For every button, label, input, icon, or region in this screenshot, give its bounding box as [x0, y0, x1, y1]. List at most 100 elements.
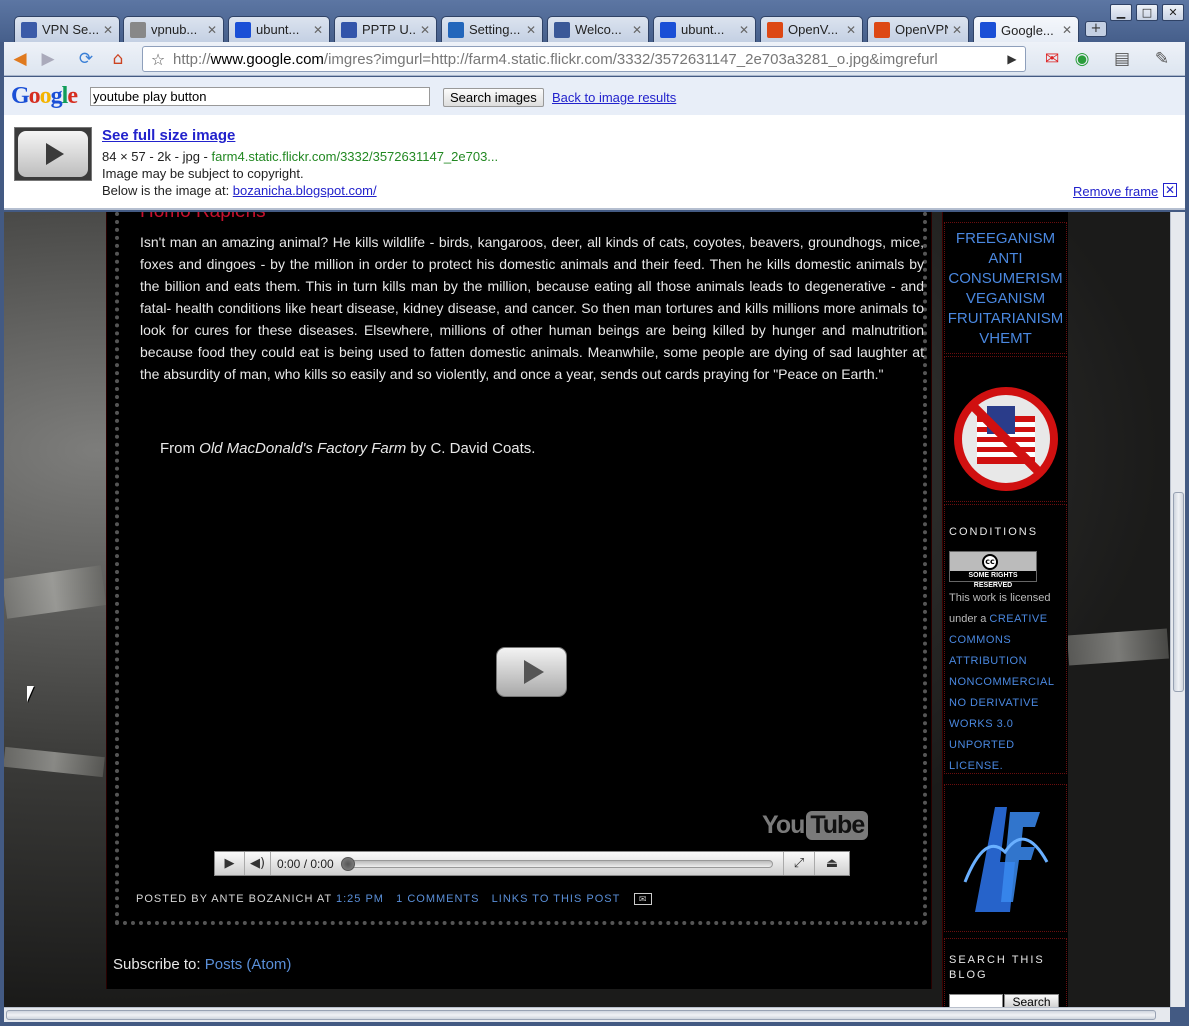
home-icon[interactable]: ⌂ [106, 48, 130, 70]
bookmark-star-icon[interactable]: ☆ [143, 50, 173, 69]
close-tab-icon[interactable]: ✕ [207, 23, 217, 37]
extension-icon[interactable]: ◉ [1070, 48, 1094, 70]
progress-knob[interactable] [340, 856, 355, 871]
forward-icon[interactable]: ▶ [36, 48, 60, 70]
background-photo [1067, 628, 1169, 666]
source-page-link[interactable]: bozanicha.blogspot.com/ [233, 183, 377, 198]
ubuntu-forums-icon [21, 21, 37, 38]
posts-atom-link[interactable]: Posts (Atom) [205, 956, 292, 973]
comments-link[interactable]: 1 COMMENTS [396, 893, 479, 905]
remove-frame-link[interactable]: Remove frame [1073, 184, 1158, 199]
links-to-post-link[interactable]: LINKS TO THIS POST [492, 893, 620, 905]
page-viewport[interactable]: Homo Rapiens Isn't man an amazing animal… [4, 212, 1170, 1007]
close-window-button[interactable]: ✕ [1162, 4, 1184, 21]
ubuntu-icon [767, 21, 783, 38]
wrench-menu-icon[interactable]: ✎ [1150, 48, 1174, 70]
back-icon[interactable]: ◀ [8, 48, 32, 70]
close-tab-icon[interactable]: ✕ [103, 23, 113, 37]
sidebar-link-freeganism[interactable]: FREEGANISM [945, 229, 1066, 249]
browser-window: VPN Se... ✕ vpnub... ✕ ubunt... ✕ PPTP U... ✕ Se… [0, 0, 1189, 1026]
image-dimensions: 84 × 57 - 2k - jpg - [102, 149, 212, 164]
tab-6[interactable]: ubunt... ✕ [653, 16, 756, 42]
close-tab-icon[interactable]: ✕ [1062, 23, 1072, 37]
close-tab-icon[interactable]: ✕ [952, 23, 962, 37]
blog-search-input[interactable] [949, 994, 1003, 1007]
new-tab-button[interactable]: + [1085, 21, 1107, 37]
post-quote-source: From Old MacDonald's Factory Farm by C. … [160, 440, 536, 457]
email-post-icon[interactable]: ✉ [634, 893, 653, 906]
close-frame-icon[interactable]: ✕ [1163, 183, 1177, 197]
image-search-input[interactable]: youtube play button [90, 87, 430, 106]
tab-1[interactable]: vpnub... ✕ [123, 16, 224, 42]
search-images-button[interactable]: Search images [443, 88, 544, 107]
sidebar-links-box: FREEGANISM ANTI CONSUMERISM VEGANISM FRUITAR… [944, 222, 1067, 354]
fullscreen-icon[interactable]: ⤢ [783, 852, 815, 875]
horizontal-scroll-thumb[interactable] [6, 1010, 1156, 1020]
close-tab-icon[interactable]: ✕ [420, 23, 430, 37]
video-time: 0:00 / 0:00 [277, 856, 334, 871]
google-image-frame: Google youtube play button Search images… [4, 77, 1185, 210]
close-tab-icon[interactable]: ✕ [846, 23, 856, 37]
gmail-icon[interactable]: ✉ [1040, 48, 1064, 70]
tab-2[interactable]: ubunt... ✕ [228, 16, 330, 42]
url-text[interactable]: http://www.google.com/imgres?imgurl=http… [173, 51, 999, 68]
google-logo[interactable]: Google [11, 83, 78, 110]
tab-title: ubunt... [256, 22, 300, 37]
tab-8[interactable]: OpenVPN ✕ [867, 16, 969, 42]
post-footer: POSTED BY ANTE BOZANICH AT 1:25 PM 1 COM… [136, 893, 653, 906]
maximize-button[interactable]: □ [1136, 4, 1158, 21]
google-icon [980, 22, 996, 38]
play-icon [46, 143, 64, 165]
horizontal-scrollbar[interactable] [4, 1007, 1170, 1022]
no-money-flag-icon [954, 387, 1058, 491]
sidebar-link-consumerism[interactable]: CONSUMERISM [945, 269, 1066, 289]
post-frame: Homo Rapiens Isn't man an amazing animal… [115, 212, 927, 925]
address-bar[interactable]: ☆ http://www.google.com/imgres?imgurl=ht… [142, 46, 1026, 72]
menu-toggle-icon[interactable]: ⏏ [815, 852, 849, 875]
tab-7[interactable]: OpenV... ✕ [760, 16, 863, 42]
full-size-image-link[interactable]: See full size image [102, 127, 235, 144]
creative-commons-badge[interactable]: cc SOME RIGHTS RESERVED [949, 551, 1037, 589]
image-thumbnail[interactable] [14, 127, 92, 181]
play-icon[interactable]: ▶ [215, 852, 245, 875]
minimize-button[interactable]: ▁ [1110, 4, 1132, 21]
image-source-url: farm4.static.flickr.com/3332/3572631147_… [211, 149, 499, 164]
sidebar-link-vhemt[interactable]: VHEMT [945, 329, 1066, 349]
volume-icon[interactable]: ◀) [245, 852, 271, 875]
cc-icon: cc [982, 554, 998, 570]
close-tab-icon[interactable]: ✕ [632, 23, 642, 37]
source-page-line: Below is the image at: bozanicha.blogspo… [102, 183, 377, 198]
blog-search-button[interactable]: Search [1004, 994, 1059, 1007]
sidebar-link-fruitarianism[interactable]: FRUITARIANISM [945, 309, 1066, 329]
license-link[interactable]: Creative Commons Attribution Noncommerci… [949, 613, 1054, 772]
video-progress-bar[interactable] [340, 856, 773, 871]
tab-5[interactable]: Welco... ✕ [547, 16, 649, 42]
tab-4[interactable]: Setting... ✕ [441, 16, 543, 42]
alf-logo-icon [955, 792, 1055, 922]
vertical-scroll-thumb[interactable] [1173, 492, 1184, 692]
sidebar-link-anti[interactable]: ANTI [945, 249, 1066, 269]
post-title[interactable]: Homo Rapiens [140, 212, 266, 223]
sidebar-links: FREEGANISM ANTI CONSUMERISM VEGANISM FRUITAR… [945, 223, 1066, 349]
page-menu-icon[interactable]: ▤ [1110, 48, 1134, 70]
reload-icon[interactable]: ⟳ [74, 48, 98, 70]
tab-9[interactable]: Google... ✕ [973, 16, 1079, 43]
close-tab-icon[interactable]: ✕ [313, 23, 323, 37]
close-tab-icon[interactable]: ✕ [739, 23, 749, 37]
back-to-results-link[interactable]: Back to image results [552, 90, 676, 105]
post-time-link[interactable]: 1:25 PM [336, 893, 384, 905]
play-icon [523, 660, 544, 684]
globe-icon [341, 21, 357, 38]
search-blog-title: SEARCH THIS BLOG [949, 954, 1045, 981]
tab-title: OpenVPN [895, 22, 948, 37]
youtube-logo[interactable]: You Tube [762, 811, 869, 840]
tab-0[interactable]: VPN Se... ✕ [14, 16, 120, 42]
sidebar-link-veganism[interactable]: VEGANISM [945, 289, 1066, 309]
go-arrow-icon[interactable]: ▶ [999, 52, 1025, 66]
video-play-button[interactable] [496, 647, 567, 697]
tab-strip: VPN Se... ✕ vpnub... ✕ ubunt... ✕ PPTP U... ✕ Se… [0, 0, 1189, 43]
close-tab-icon[interactable]: ✕ [526, 23, 536, 37]
background-photo [4, 746, 105, 778]
vertical-scrollbar[interactable] [1170, 212, 1185, 1007]
tab-3[interactable]: PPTP U... ✕ [334, 16, 437, 42]
